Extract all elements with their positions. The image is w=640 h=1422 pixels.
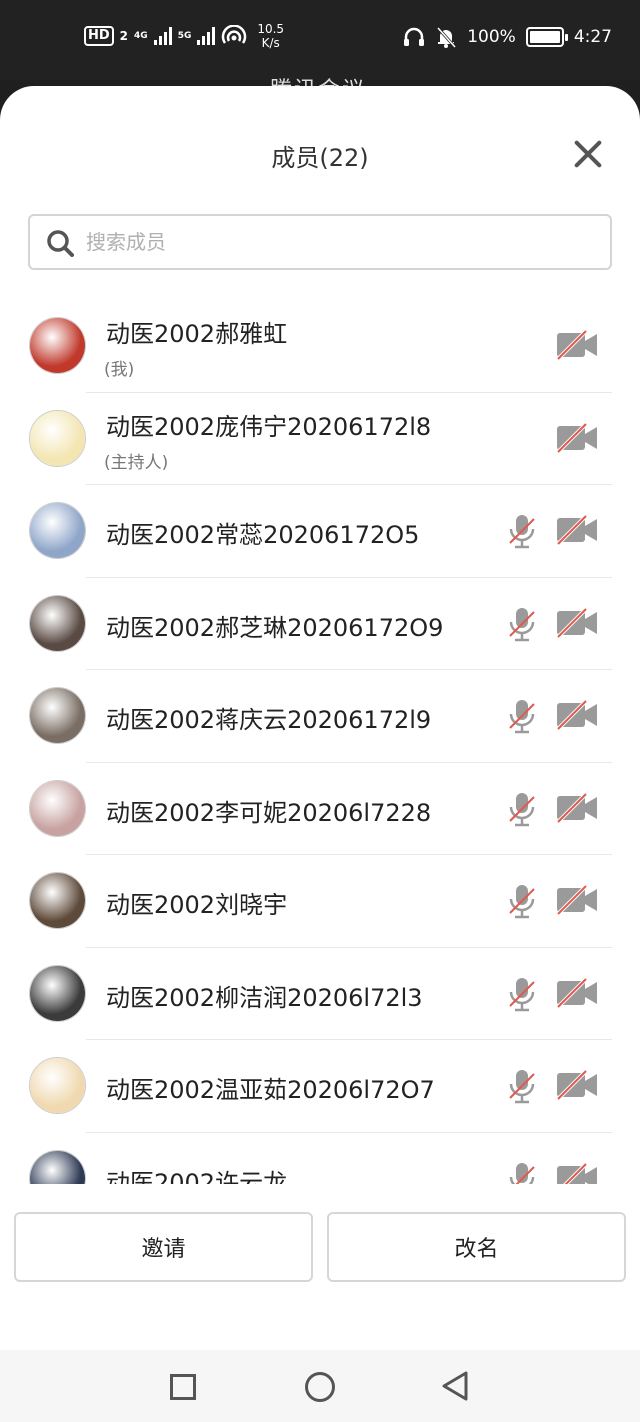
member-name: 动医2002柳洁润20206l72l3 xyxy=(106,983,423,1012)
mic-muted-icon xyxy=(506,791,538,827)
member-name: 动医2002常蕊20206172O5 xyxy=(106,521,420,549)
mic-muted-icon xyxy=(506,883,538,919)
member-role: (主持人) xyxy=(104,452,169,473)
mic-muted-icon xyxy=(506,513,538,549)
home-icon[interactable] xyxy=(305,1372,335,1402)
speed-value: 10.5 xyxy=(257,22,285,36)
avatar xyxy=(29,779,86,837)
speed-unit: K/s xyxy=(261,36,280,50)
back-icon[interactable] xyxy=(440,1370,470,1402)
status-bar: HD 2 4G 5G 10.5 K/s 100% 4:27 xyxy=(0,0,640,80)
status-left: HD 2 4G 5G 10.5 K/s xyxy=(84,22,284,50)
member-name: 动医2002李可妮20206l7228 xyxy=(106,798,432,827)
mic-muted-icon xyxy=(506,698,538,734)
navigation-bar xyxy=(0,1350,640,1422)
member-row[interactable]: 动医2002蒋庆云20206172l9 xyxy=(0,670,640,763)
member-row[interactable]: 动医2002郝芝琳20206172O9 xyxy=(0,578,640,670)
mic-muted-icon xyxy=(506,1068,538,1104)
camera-off-icon xyxy=(556,514,598,546)
camera-off-icon xyxy=(556,422,598,453)
camera-off-icon xyxy=(556,699,598,731)
network-4g-label: 4G xyxy=(134,31,148,41)
member-row[interactable]: 动医2002庞伟宁20206172l8 (主持人) xyxy=(0,393,640,485)
member-row[interactable]: 动医2002许云龙 xyxy=(0,1133,640,1185)
camera-off-icon xyxy=(556,884,598,916)
member-name: 动医2002郝芝琳20206172O9 xyxy=(106,613,444,642)
member-role: (我) xyxy=(104,360,135,380)
camera-off-icon xyxy=(556,1069,598,1101)
invite-button[interactable]: 邀请 xyxy=(14,1212,313,1282)
panel-title: 成员(22) xyxy=(271,144,369,172)
headphones-icon xyxy=(404,27,425,46)
member-name: 动医2002温亚茹20206l72O7 xyxy=(106,1076,435,1104)
member-name: 动医2002刘晓宇 xyxy=(106,891,288,919)
mic-muted-icon xyxy=(506,606,538,642)
hotspot-icon xyxy=(222,25,247,44)
signal-icon xyxy=(197,27,216,45)
search-icon xyxy=(47,230,74,257)
camera-off-icon xyxy=(556,1162,598,1184)
avatar xyxy=(29,1149,86,1184)
avatar xyxy=(29,964,86,1022)
avatar xyxy=(29,317,86,374)
member-row[interactable]: 动医2002刘晓宇 xyxy=(0,855,640,948)
recent-apps-icon[interactable] xyxy=(170,1374,196,1400)
camera-off-icon xyxy=(556,977,598,1008)
avatar xyxy=(29,409,86,467)
clock: 4:27 xyxy=(573,27,612,47)
avatar xyxy=(29,594,86,652)
avatar xyxy=(29,872,86,929)
bell-muted-icon xyxy=(437,26,457,48)
mic-muted-icon xyxy=(506,1161,538,1184)
member-row[interactable]: 动医2002郝雅虹 (我) xyxy=(0,300,640,393)
close-button[interactable] xyxy=(572,138,604,170)
member-name: 动医2002许云龙 xyxy=(106,1168,288,1185)
camera-off-icon xyxy=(556,792,598,823)
member-name: 动医2002蒋庆云20206172l9 xyxy=(106,706,432,734)
member-row[interactable]: 动医2002常蕊20206172O5 xyxy=(0,485,640,578)
avatar xyxy=(29,502,86,559)
member-name: 动医2002郝雅虹 xyxy=(106,320,288,348)
member-row[interactable]: 动医2002柳洁润20206l72l3 xyxy=(0,948,640,1040)
member-list[interactable]: 动医2002郝雅虹 (我) 动医2002庞伟宁20206172l8 (主持人) 动医20… xyxy=(0,300,640,1184)
mic-muted-icon xyxy=(506,976,538,1012)
search-input[interactable] xyxy=(86,226,586,258)
battery-percent: 100% xyxy=(467,27,516,47)
search-box[interactable] xyxy=(28,214,612,270)
network-speed: 10.5 K/s xyxy=(257,22,284,50)
avatar xyxy=(29,687,86,744)
camera-off-icon xyxy=(556,607,598,638)
hd-badge: HD xyxy=(84,26,114,46)
network-5g-label: 5G xyxy=(177,31,192,41)
member-name: 动医2002庞伟宁20206172l8 xyxy=(106,412,432,441)
signal-icon xyxy=(153,27,172,45)
members-panel: 成员(22) 动医2002郝雅虹 (我) 动医2002庞伟宁20206172l8 (主… xyxy=(0,86,640,1350)
battery-icon xyxy=(525,27,568,47)
camera-off-icon xyxy=(556,329,598,361)
rename-button[interactable]: 改名 xyxy=(327,1212,626,1282)
sim-label: 2 xyxy=(119,29,129,43)
member-row[interactable]: 动医2002温亚茹20206l72O7 xyxy=(0,1040,640,1133)
avatar xyxy=(29,1057,86,1114)
status-right: 100% 4:27 xyxy=(403,26,612,48)
member-row[interactable]: 动医2002李可妮20206l7228 xyxy=(0,763,640,855)
